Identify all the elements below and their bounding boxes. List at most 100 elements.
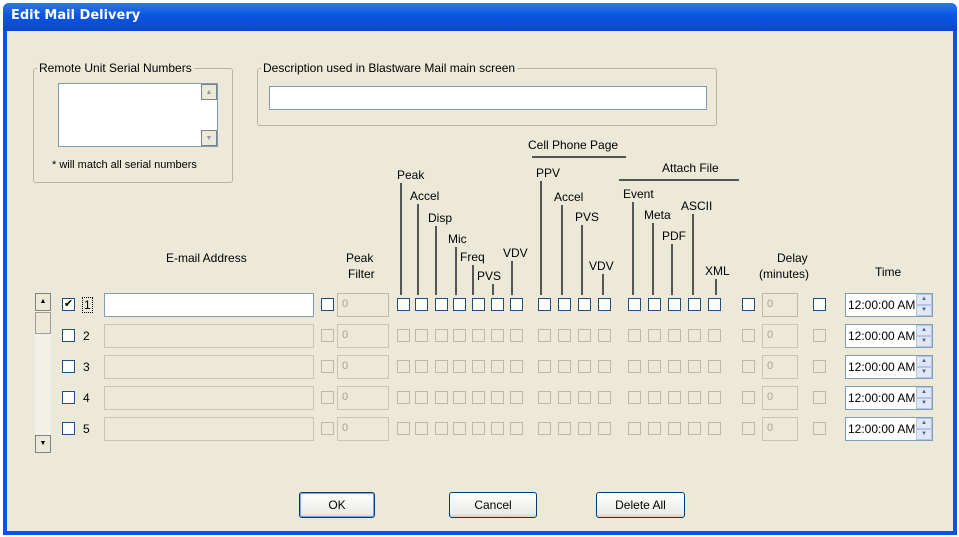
option-checkbox-5[interactable] bbox=[472, 422, 485, 435]
row-enable-checkbox[interactable] bbox=[62, 391, 75, 404]
option-checkbox-3[interactable] bbox=[435, 329, 448, 342]
description-input[interactable] bbox=[269, 86, 707, 110]
option-checkbox-4[interactable] bbox=[453, 422, 466, 435]
option-checkbox-8[interactable] bbox=[538, 391, 551, 404]
scroll-up-icon[interactable]: ▲ bbox=[201, 84, 217, 100]
email-address-input[interactable] bbox=[104, 355, 314, 379]
peak-filter-input[interactable]: 0 bbox=[337, 324, 389, 348]
delay-input[interactable]: 0 bbox=[762, 355, 798, 379]
time-input[interactable]: 12:00:00 AM ▲ ▼ bbox=[845, 324, 933, 348]
option-checkbox-6[interactable] bbox=[491, 298, 504, 311]
time-spinner[interactable]: ▲ ▼ bbox=[916, 294, 932, 316]
time-checkbox[interactable] bbox=[813, 298, 826, 311]
option-checkbox-7[interactable] bbox=[510, 360, 523, 373]
option-checkbox-7[interactable] bbox=[510, 329, 523, 342]
option-checkbox-16[interactable] bbox=[708, 391, 721, 404]
title-bar[interactable]: Edit Mail Delivery bbox=[3, 3, 957, 31]
option-checkbox-5[interactable] bbox=[472, 298, 485, 311]
email-address-input[interactable] bbox=[104, 386, 314, 410]
email-address-input[interactable] bbox=[104, 417, 314, 441]
option-checkbox-1[interactable] bbox=[397, 329, 410, 342]
option-checkbox-5[interactable] bbox=[472, 360, 485, 373]
time-spinner[interactable]: ▲ ▼ bbox=[916, 325, 932, 347]
delay-checkbox[interactable] bbox=[742, 391, 755, 404]
option-checkbox-16[interactable] bbox=[708, 422, 721, 435]
email-address-input[interactable] bbox=[104, 324, 314, 348]
spin-down-icon[interactable]: ▼ bbox=[916, 305, 932, 316]
option-checkbox-15[interactable] bbox=[688, 298, 701, 311]
time-input[interactable]: 12:00:00 AM ▲ ▼ bbox=[845, 417, 933, 441]
option-checkbox-7[interactable] bbox=[510, 298, 523, 311]
spin-up-icon[interactable]: ▲ bbox=[916, 294, 932, 305]
spin-up-icon[interactable]: ▲ bbox=[916, 325, 932, 336]
option-checkbox-5[interactable] bbox=[472, 391, 485, 404]
rows-scroll-up-icon[interactable]: ▲ bbox=[35, 293, 51, 311]
option-checkbox-14[interactable] bbox=[668, 422, 681, 435]
option-checkbox-8[interactable] bbox=[538, 329, 551, 342]
peak-filter-input[interactable]: 0 bbox=[337, 386, 389, 410]
peak-filter-checkbox[interactable] bbox=[321, 329, 334, 342]
spin-down-icon[interactable]: ▼ bbox=[916, 336, 932, 347]
row-enable-checkbox[interactable] bbox=[62, 422, 75, 435]
option-checkbox-16[interactable] bbox=[708, 360, 721, 373]
option-checkbox-6[interactable] bbox=[491, 329, 504, 342]
spin-down-icon[interactable]: ▼ bbox=[916, 367, 932, 378]
option-checkbox-6[interactable] bbox=[491, 391, 504, 404]
time-spinner[interactable]: ▲ ▼ bbox=[916, 418, 932, 440]
option-checkbox-11[interactable] bbox=[598, 360, 611, 373]
option-checkbox-15[interactable] bbox=[688, 329, 701, 342]
option-checkbox-12[interactable] bbox=[628, 329, 641, 342]
option-checkbox-13[interactable] bbox=[648, 422, 661, 435]
peak-filter-checkbox[interactable] bbox=[321, 298, 334, 311]
option-checkbox-4[interactable] bbox=[453, 298, 466, 311]
scroll-down-icon[interactable]: ▼ bbox=[201, 130, 217, 146]
option-checkbox-2[interactable] bbox=[415, 422, 428, 435]
option-checkbox-2[interactable] bbox=[415, 298, 428, 311]
peak-filter-checkbox[interactable] bbox=[321, 391, 334, 404]
time-checkbox[interactable] bbox=[813, 329, 826, 342]
option-checkbox-10[interactable] bbox=[578, 391, 591, 404]
option-checkbox-3[interactable] bbox=[435, 391, 448, 404]
option-checkbox-9[interactable] bbox=[558, 360, 571, 373]
option-checkbox-14[interactable] bbox=[668, 329, 681, 342]
option-checkbox-15[interactable] bbox=[688, 360, 701, 373]
option-checkbox-11[interactable] bbox=[598, 422, 611, 435]
rows-scroll-down-icon[interactable]: ▼ bbox=[35, 435, 51, 453]
peak-filter-input[interactable]: 0 bbox=[337, 355, 389, 379]
option-checkbox-3[interactable] bbox=[435, 422, 448, 435]
spin-down-icon[interactable]: ▼ bbox=[916, 429, 932, 440]
rows-scroll-thumb[interactable] bbox=[35, 312, 51, 334]
option-checkbox-12[interactable] bbox=[628, 298, 641, 311]
delay-checkbox[interactable] bbox=[742, 422, 755, 435]
option-checkbox-6[interactable] bbox=[491, 360, 504, 373]
option-checkbox-9[interactable] bbox=[558, 298, 571, 311]
option-checkbox-13[interactable] bbox=[648, 360, 661, 373]
delay-input[interactable]: 0 bbox=[762, 386, 798, 410]
option-checkbox-16[interactable] bbox=[708, 298, 721, 311]
option-checkbox-15[interactable] bbox=[688, 391, 701, 404]
option-checkbox-1[interactable] bbox=[397, 422, 410, 435]
peak-filter-input[interactable]: 0 bbox=[337, 293, 389, 317]
time-checkbox[interactable] bbox=[813, 391, 826, 404]
row-enable-checkbox[interactable] bbox=[62, 360, 75, 373]
time-spinner[interactable]: ▲ ▼ bbox=[916, 356, 932, 378]
option-checkbox-7[interactable] bbox=[510, 422, 523, 435]
delay-input[interactable]: 0 bbox=[762, 417, 798, 441]
spin-up-icon[interactable]: ▲ bbox=[916, 418, 932, 429]
option-checkbox-9[interactable] bbox=[558, 391, 571, 404]
option-checkbox-1[interactable] bbox=[397, 298, 410, 311]
time-checkbox[interactable] bbox=[813, 422, 826, 435]
delete-all-button[interactable]: Delete All bbox=[596, 492, 685, 518]
option-checkbox-7[interactable] bbox=[510, 391, 523, 404]
option-checkbox-13[interactable] bbox=[648, 298, 661, 311]
option-checkbox-12[interactable] bbox=[628, 391, 641, 404]
option-checkbox-14[interactable] bbox=[668, 298, 681, 311]
option-checkbox-4[interactable] bbox=[453, 329, 466, 342]
option-checkbox-8[interactable] bbox=[538, 298, 551, 311]
row-enable-checkbox[interactable]: ✔ bbox=[62, 298, 75, 311]
option-checkbox-2[interactable] bbox=[415, 391, 428, 404]
option-checkbox-2[interactable] bbox=[415, 360, 428, 373]
spin-up-icon[interactable]: ▲ bbox=[916, 387, 932, 398]
option-checkbox-14[interactable] bbox=[668, 360, 681, 373]
spin-down-icon[interactable]: ▼ bbox=[916, 398, 932, 409]
